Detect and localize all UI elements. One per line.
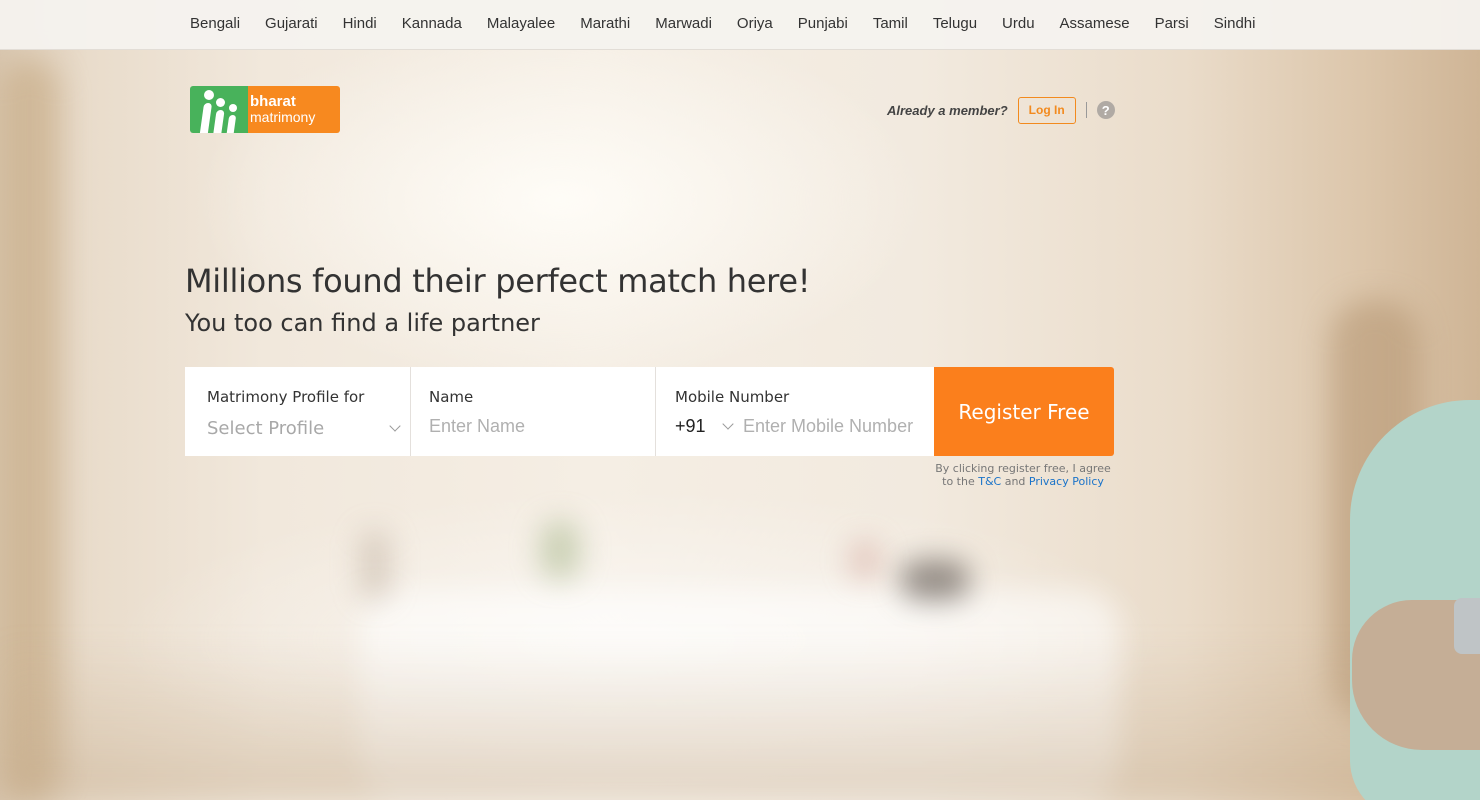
profile-select[interactable]: Select Profile xyxy=(207,415,403,441)
language-link-tamil[interactable]: Tamil xyxy=(873,15,908,32)
help-icon[interactable]: ? xyxy=(1096,101,1115,119)
language-link-hindi[interactable]: Hindi xyxy=(343,15,377,32)
language-link-punjabi[interactable]: Punjabi xyxy=(798,15,848,32)
tc-link[interactable]: T&C xyxy=(978,475,1001,488)
terms-notice: By clicking register free, I agree to th… xyxy=(930,462,1116,488)
terms-and: and xyxy=(1004,475,1026,488)
language-link-gujarati[interactable]: Gujarati xyxy=(265,15,318,32)
language-link-bengali[interactable]: Bengali xyxy=(190,15,240,32)
chevron-down-icon xyxy=(389,420,401,432)
logo-wordmark: bharat matrimony xyxy=(248,86,340,133)
name-input[interactable] xyxy=(429,413,639,439)
logo-text-matrimony: matrimony xyxy=(250,109,316,125)
logo-text-bharat: bharat xyxy=(250,93,296,110)
name-field: Name xyxy=(410,367,655,456)
country-code-select[interactable]: +91 xyxy=(675,413,736,439)
logo-figures-icon xyxy=(190,86,248,133)
language-link-telugu[interactable]: Telugu xyxy=(933,15,977,32)
language-link-parsi[interactable]: Parsi xyxy=(1155,15,1189,32)
language-link-marwadi[interactable]: Marwadi xyxy=(655,15,712,32)
login-button[interactable]: Log In xyxy=(1017,96,1076,124)
language-link-malayalee[interactable]: Malayalee xyxy=(487,15,555,32)
header-divider xyxy=(1085,102,1087,118)
language-link-marathi[interactable]: Marathi xyxy=(580,15,630,32)
language-link-assamese[interactable]: Assamese xyxy=(1060,15,1130,32)
profile-label: Matrimony Profile for xyxy=(207,388,365,406)
hero-person-watch xyxy=(1454,598,1480,654)
mobile-field: Mobile Number +91 xyxy=(655,367,934,456)
hero-subheadline: You too can find a life partner xyxy=(185,309,540,337)
mobile-label: Mobile Number xyxy=(675,388,790,406)
language-nav: Bengali Gujarati Hindi Kannada Malayalee… xyxy=(0,0,1480,50)
country-code-value: +91 xyxy=(675,415,706,436)
hero-headline: Millions found their perfect match here! xyxy=(185,262,811,300)
language-link-oriya[interactable]: Oriya xyxy=(737,15,773,32)
profile-select-value: Select Profile xyxy=(207,417,325,439)
profile-field: Matrimony Profile for Select Profile xyxy=(185,367,410,456)
register-free-button[interactable]: Register Free xyxy=(934,367,1114,456)
mobile-input[interactable] xyxy=(743,413,928,439)
language-link-urdu[interactable]: Urdu xyxy=(1002,15,1035,32)
member-login-area: Already a member? Log In ? xyxy=(887,96,1115,124)
language-link-kannada[interactable]: Kannada xyxy=(402,15,462,32)
member-prompt: Already a member? xyxy=(887,102,1008,118)
language-link-sindhi[interactable]: Sindhi xyxy=(1214,15,1256,32)
registration-form: Matrimony Profile for Select Profile Nam… xyxy=(185,367,1114,456)
name-label: Name xyxy=(429,388,474,406)
privacy-policy-link[interactable]: Privacy Policy xyxy=(1029,475,1104,488)
language-list: Bengali Gujarati Hindi Kannada Malayalee… xyxy=(190,15,1280,32)
chevron-down-icon xyxy=(721,418,734,430)
bharat-matrimony-logo[interactable]: bharat matrimony xyxy=(190,86,340,133)
